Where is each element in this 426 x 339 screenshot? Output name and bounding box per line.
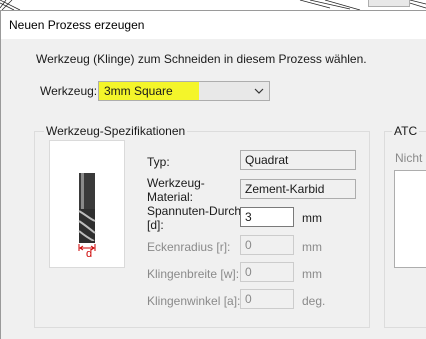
type-field: Quadrat	[240, 150, 356, 170]
chevron-down-icon	[254, 88, 264, 94]
spec-group-title: Werkzeug-Spezifikationen	[44, 124, 188, 138]
corner-radius-input[interactable]: 0	[240, 235, 294, 255]
corner-radius-unit: mm	[302, 240, 322, 254]
flute-diameter-unit: mm	[302, 211, 322, 225]
background-window-button	[368, 0, 410, 7]
material-label-line1: Werkzeug-	[147, 176, 205, 190]
flute-diameter-label-line1: Spannuten-Durchr	[147, 204, 246, 218]
tool-image: d	[49, 140, 125, 268]
blade-width-input[interactable]: 0	[240, 262, 294, 282]
flute-diameter-input[interactable]: 3	[240, 207, 294, 227]
blade-width-unit: mm	[302, 267, 322, 281]
title-bar: Neuen Prozess erzeugen	[1, 11, 426, 39]
blade-angle-unit: deg.	[302, 294, 326, 308]
blade-angle-label: Klingenwinkel [a]:	[147, 294, 241, 308]
tool-select-label: Werkzeug:	[40, 84, 98, 98]
type-label: Typ:	[147, 155, 170, 169]
material-label-line2: Material:	[147, 190, 194, 204]
instruction-text: Werkzeug (Klinge) zum Schneiden in diese…	[36, 52, 367, 66]
diameter-label: d	[86, 248, 93, 260]
blade-width-label: Klingenbreite [w]:	[147, 267, 240, 281]
atc-group-title: ATC	[392, 124, 420, 138]
flute-diameter-label-line2: [d]:	[147, 218, 164, 232]
blade-angle-input[interactable]: 0	[240, 289, 294, 309]
tool-select[interactable]: 3mm Square	[98, 81, 270, 101]
dialog-title: Neuen Prozess erzeugen	[9, 18, 145, 32]
tool-select-value: 3mm Square	[104, 84, 173, 98]
material-field: Zement-Karbid	[240, 179, 356, 199]
corner-radius-label: Eckenradius [r]:	[147, 240, 231, 254]
atc-status-text: Nicht i	[395, 151, 426, 165]
atc-list[interactable]	[394, 170, 426, 268]
